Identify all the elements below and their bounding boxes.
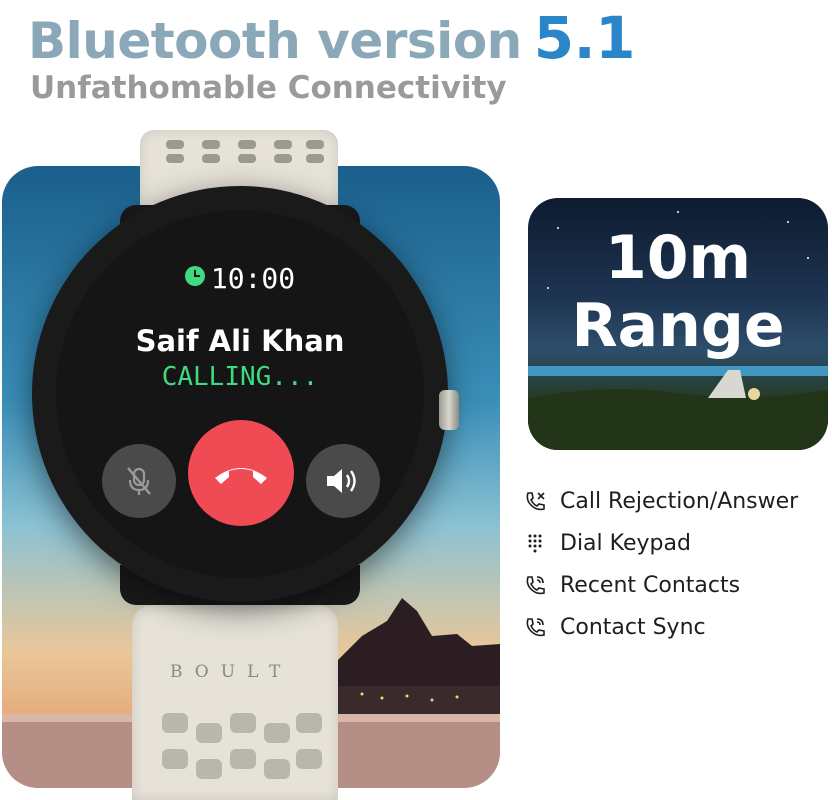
status-time: 10:00 xyxy=(56,262,424,295)
caller-name: Saif Ali Khan xyxy=(135,324,345,358)
clock-icon xyxy=(184,266,205,286)
strap-hole xyxy=(306,154,324,163)
strap-hole xyxy=(162,713,188,733)
range-word: Range xyxy=(571,291,785,361)
strap-hole xyxy=(230,749,256,769)
dial-keypad-icon xyxy=(528,534,542,553)
headline-version: 5.1 xyxy=(533,4,636,72)
headline: Bluetooth version 5.1 xyxy=(28,4,636,72)
feature-list: Call Rejection/Answer Dial Keypad Recent… xyxy=(524,480,798,648)
feature-item: Dial Keypad xyxy=(524,522,798,564)
watch-screen: 10:00 Saif Ali Khan CALLING... xyxy=(56,210,424,578)
range-card: 10m Range xyxy=(528,198,828,450)
strap-hole xyxy=(274,154,292,163)
recent-contacts-icon xyxy=(526,576,545,595)
strap-hole xyxy=(202,154,220,163)
range-distance: 10m xyxy=(604,223,751,293)
call-reject-answer-icon xyxy=(526,492,545,511)
brand-logo: BOULT xyxy=(170,662,293,682)
feature-item: Call Rejection/Answer xyxy=(524,480,798,522)
strap-hole xyxy=(296,749,322,769)
mic-muted-icon xyxy=(127,467,151,495)
strap-hole xyxy=(196,723,222,743)
subheadline: Unfathomable Connectivity xyxy=(30,70,507,106)
strap-hole xyxy=(264,723,290,743)
feature-label: Contact Sync xyxy=(560,614,706,640)
feature-label: Call Rejection/Answer xyxy=(560,488,799,514)
speaker-button[interactable] xyxy=(306,444,380,518)
mute-button[interactable] xyxy=(102,444,176,518)
strap-hole xyxy=(274,140,292,149)
speaker-icon xyxy=(327,469,356,493)
range-label: 10m Range xyxy=(528,224,828,360)
strap-hole xyxy=(166,140,184,149)
end-call-icon xyxy=(215,468,267,484)
strap-hole xyxy=(238,154,256,163)
strap-hole xyxy=(162,749,188,769)
time-label: 10:00 xyxy=(210,262,296,295)
strap-hole xyxy=(202,140,220,149)
contact-sync-icon xyxy=(526,618,545,637)
headline-prefix: Bluetooth version xyxy=(28,12,522,70)
strap-hole xyxy=(230,713,256,733)
strap-hole xyxy=(306,140,324,149)
end-call-button[interactable] xyxy=(188,420,294,526)
strap-hole xyxy=(296,713,322,733)
call-status: CALLING... xyxy=(161,362,319,392)
strap-hole xyxy=(238,140,256,149)
feature-label: Dial Keypad xyxy=(560,530,691,556)
feature-label: Recent Contacts xyxy=(560,572,741,598)
watch-crown[interactable] xyxy=(439,390,459,430)
strap-hole xyxy=(196,759,222,779)
strap-hole xyxy=(264,759,290,779)
feature-item: Recent Contacts xyxy=(524,564,798,606)
strap-hole xyxy=(166,154,184,163)
watch-strap-bottom xyxy=(132,605,338,800)
feature-item: Contact Sync xyxy=(524,606,798,648)
